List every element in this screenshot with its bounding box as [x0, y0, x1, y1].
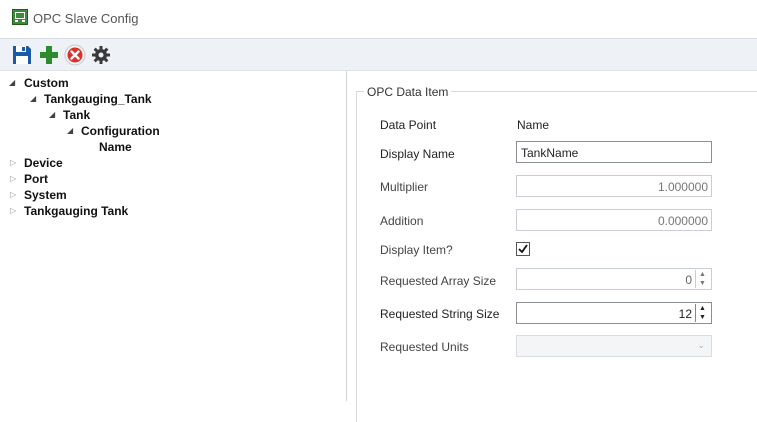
tree-node-configuration[interactable]: Configuration [81, 124, 160, 138]
tree-node-tankgauging-tank-2[interactable]: Tankgauging Tank [24, 204, 128, 218]
string-size-field[interactable]: 12 ▲ ▼ [516, 302, 712, 324]
delete-icon[interactable] [64, 44, 86, 66]
spin-up-icon[interactable]: ▲ [696, 270, 709, 279]
data-point-value: Name [517, 118, 550, 132]
title-bar: OPC Slave Config [0, 0, 757, 39]
tree-node-tankgauging-tank[interactable]: Tankgauging_Tank [44, 92, 152, 106]
save-icon[interactable] [11, 44, 33, 66]
tree-node-custom[interactable]: Custom [24, 76, 69, 90]
data-point-label: Data Point [380, 118, 437, 132]
display-item-checkbox[interactable] [516, 242, 530, 256]
string-size-spinner[interactable]: ▲ ▼ [695, 304, 709, 322]
display-name-value: TankName [521, 146, 579, 160]
spin-down-icon[interactable]: ▼ [696, 313, 709, 322]
addition-label: Addition [380, 214, 424, 228]
toolbar [0, 39, 757, 71]
multiplier-value: 1.000000 [657, 180, 708, 194]
app-config-icon [12, 9, 28, 25]
window-title: OPC Slave Config [33, 11, 139, 26]
units-label: Requested Units [380, 340, 469, 354]
collapse-arrow-icon[interactable]: ▷ [10, 206, 16, 215]
array-size-spinner[interactable]: ▲ ▼ [695, 270, 709, 288]
array-size-value: 0 [685, 273, 692, 287]
array-size-field[interactable]: 0 ▲ ▼ [516, 268, 712, 290]
expand-arrow-icon[interactable]: ◢ [30, 94, 36, 103]
addition-value: 0.000000 [657, 214, 708, 228]
gear-icon[interactable] [90, 44, 112, 66]
multiplier-label: Multiplier [380, 180, 429, 194]
spin-down-icon[interactable]: ▼ [696, 279, 709, 288]
add-icon[interactable] [38, 44, 60, 66]
tree-node-tank[interactable]: Tank [63, 108, 90, 122]
string-size-label: Requested String Size [380, 307, 500, 321]
collapse-arrow-icon[interactable]: ▷ [10, 190, 16, 199]
group-title: OPC Data Item [364, 85, 452, 99]
tree-node-port[interactable]: Port [24, 172, 48, 186]
units-dropdown[interactable]: ⌄ [516, 335, 712, 357]
display-item-label: Display Item? [380, 243, 453, 257]
multiplier-field[interactable]: 1.000000 [516, 175, 712, 197]
tree-panel: ◢ Custom ◢ Tankgauging_Tank ◢ Tank ◢ Con… [0, 71, 347, 401]
expand-arrow-icon[interactable]: ◢ [49, 110, 55, 119]
collapse-arrow-icon[interactable]: ▷ [10, 158, 16, 167]
checkmark-icon [518, 244, 528, 254]
display-name-field[interactable]: TankName [516, 141, 712, 163]
array-size-label: Requested Array Size [380, 274, 497, 288]
expand-arrow-icon[interactable]: ◢ [67, 126, 73, 135]
spin-up-icon[interactable]: ▲ [696, 304, 709, 313]
tree-node-system[interactable]: System [24, 188, 67, 202]
addition-field[interactable]: 0.000000 [516, 209, 712, 231]
tree-node-name[interactable]: Name [99, 140, 132, 154]
string-size-value: 12 [678, 307, 692, 321]
collapse-arrow-icon[interactable]: ▷ [10, 174, 16, 183]
tree-node-device[interactable]: Device [24, 156, 63, 170]
display-name-label: Display Name [380, 147, 455, 161]
chevron-down-icon: ⌄ [697, 340, 705, 350]
expand-arrow-icon[interactable]: ◢ [9, 78, 15, 87]
